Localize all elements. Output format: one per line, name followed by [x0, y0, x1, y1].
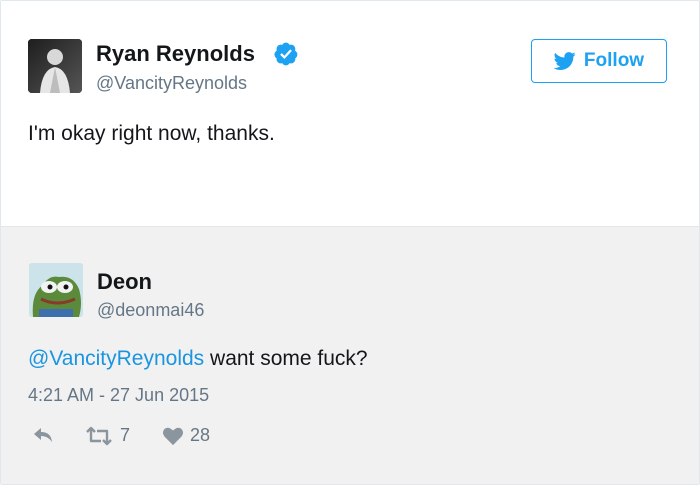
author-handle[interactable]: @VancityReynolds: [96, 73, 247, 94]
author-handle[interactable]: @deonmai46: [97, 300, 204, 321]
retweet-action[interactable]: 7: [84, 425, 130, 446]
follow-button-label: Follow: [583, 50, 645, 71]
avatar[interactable]: [29, 263, 83, 317]
retweet-count: 7: [120, 425, 131, 445]
tweet-actions: 7 28: [31, 425, 331, 449]
heart-icon: [163, 427, 183, 445]
avatar-frog-image: [29, 263, 83, 317]
author-name[interactable]: Deon: [97, 269, 152, 295]
reply-action[interactable]: [31, 425, 55, 445]
reply-arrow-icon: [34, 428, 52, 442]
tweet-timestamp[interactable]: 4:21 AM - 27 Jun 2015: [28, 385, 209, 406]
reply-text-body: want some fuck?: [204, 347, 368, 370]
avatar-photo-ryan: [28, 39, 82, 93]
twitter-bird-icon: [553, 52, 576, 70]
follow-button[interactable]: Follow: [531, 39, 667, 83]
author-name[interactable]: Ryan Reynolds: [96, 41, 255, 67]
mention-link[interactable]: @VancityReynolds: [28, 347, 204, 370]
tweet-embed-card: Ryan Reynolds @VancityReynolds Follow I'…: [0, 0, 700, 485]
verified-badge-icon: [274, 42, 298, 66]
tweet-text: I'm okay right now, thanks.: [28, 122, 275, 145]
avatar[interactable]: [28, 39, 82, 93]
like-action[interactable]: 28: [162, 425, 210, 446]
retweet-icon: [86, 426, 112, 445]
like-count: 28: [190, 425, 211, 445]
reply-tweet: Deon @deonmai46 @VancityReynolds want so…: [1, 226, 699, 484]
reply-text: @VancityReynolds want some fuck?: [28, 347, 368, 371]
original-tweet: Ryan Reynolds @VancityReynolds Follow I'…: [1, 1, 699, 226]
